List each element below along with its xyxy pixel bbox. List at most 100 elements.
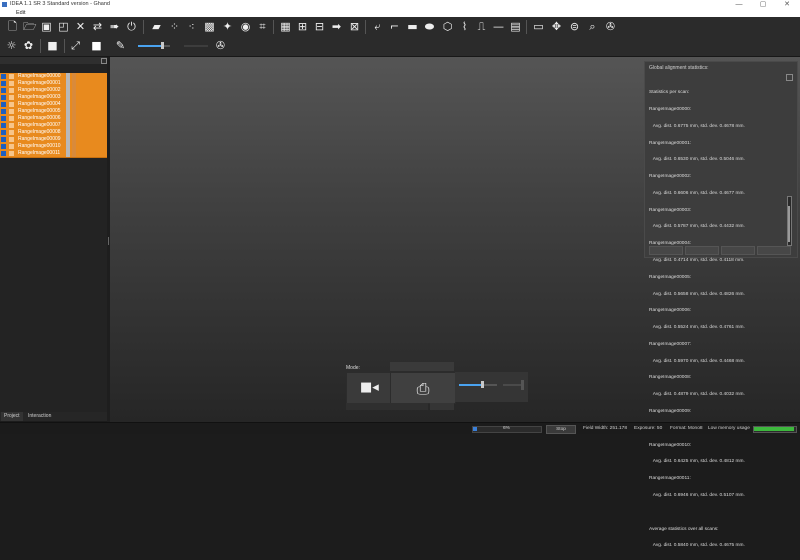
polygon-icon[interactable]: ⬡: [441, 20, 454, 33]
layer-color[interactable]: [72, 115, 76, 122]
layer-color[interactable]: [72, 150, 76, 157]
curve-icon[interactable]: ⤶: [371, 20, 384, 33]
layer-flag[interactable]: [66, 73, 70, 80]
points-icon[interactable]: ⁖: [185, 20, 198, 33]
line-icon[interactable]: —: [492, 20, 505, 33]
wrench-icon[interactable]: ✇: [604, 20, 617, 33]
import-icon[interactable]: ⇄: [91, 20, 104, 33]
new-file-icon[interactable]: 🗋: [6, 20, 19, 33]
visibility-icon[interactable]: [1, 151, 6, 156]
align-icon[interactable]: ⁘: [168, 20, 181, 33]
visibility-icon[interactable]: [1, 95, 6, 100]
mode-secondary-field[interactable]: [430, 403, 454, 410]
secondary-slider[interactable]: [184, 45, 208, 47]
layer-flag[interactable]: [66, 94, 70, 101]
layer-color[interactable]: [72, 94, 76, 101]
grid-select-icon[interactable]: ⊞: [296, 20, 309, 33]
square-icon[interactable]: ■: [46, 39, 59, 52]
layer-color[interactable]: [72, 143, 76, 150]
move-icon[interactable]: ✥: [550, 20, 563, 33]
stats-button-2[interactable]: [685, 246, 719, 255]
maximize-button[interactable]: ▢: [754, 0, 772, 10]
layer-color[interactable]: [72, 101, 76, 108]
delete-icon[interactable]: ✕: [74, 20, 87, 33]
window-icon[interactable]: ▭: [532, 20, 545, 33]
tab-interaction[interactable]: Interaction: [25, 412, 54, 421]
visibility-icon[interactable]: [1, 130, 6, 135]
layer-flag[interactable]: [66, 122, 70, 129]
arrow-right-icon[interactable]: ➡: [330, 20, 343, 33]
visibility-icon[interactable]: [1, 74, 6, 79]
layer-flag[interactable]: [66, 101, 70, 108]
layer-color[interactable]: [72, 108, 76, 115]
statistics-scroll-thumb[interactable]: [788, 206, 790, 242]
stats-button-1[interactable]: [649, 246, 683, 255]
layer-flag[interactable]: [66, 87, 70, 94]
pattern-icon[interactable]: ▩: [203, 20, 216, 33]
tab-project[interactable]: Project: [1, 412, 23, 421]
stats-button-4[interactable]: [757, 246, 791, 255]
close-panel-icon[interactable]: [786, 74, 793, 81]
merge-icon[interactable]: ◉: [239, 20, 252, 33]
stack-icon[interactable]: ⊟: [313, 20, 326, 33]
visibility-icon[interactable]: [1, 123, 6, 128]
layer-flag[interactable]: [66, 108, 70, 115]
layers-icon[interactable]: ⊠: [348, 20, 361, 33]
mode-secondary-slider[interactable]: [503, 384, 523, 386]
layer-color[interactable]: [72, 87, 76, 94]
rectangle-icon[interactable]: ▬: [406, 20, 419, 33]
export-icon[interactable]: ➠: [108, 20, 121, 33]
layer-color[interactable]: [72, 73, 76, 80]
visibility-icon[interactable]: [1, 116, 6, 121]
layer-flag[interactable]: [66, 143, 70, 150]
corner-icon[interactable]: ⌐: [388, 20, 401, 33]
splitter-grip[interactable]: [108, 237, 109, 245]
ellipse-icon[interactable]: ⬬: [423, 20, 436, 33]
save-as-icon[interactable]: ◰: [57, 20, 70, 33]
layer-flag[interactable]: [66, 80, 70, 87]
visibility-icon[interactable]: [1, 137, 6, 142]
visibility-icon[interactable]: [1, 81, 6, 86]
search-icon[interactable]: ⌕: [586, 20, 599, 33]
grid-icon[interactable]: ▦: [279, 20, 292, 33]
layer-flag[interactable]: [66, 115, 70, 122]
menu-edit[interactable]: Edit: [16, 10, 25, 17]
panel-icon[interactable]: ▤: [509, 20, 522, 33]
scan-tool-icon[interactable]: ▰: [150, 20, 163, 33]
layer-flag[interactable]: [66, 129, 70, 136]
layer-flag[interactable]: [66, 150, 70, 157]
transform-icon[interactable]: ✦: [221, 20, 234, 33]
open-folder-icon[interactable]: 🗁: [23, 20, 37, 33]
layer-color[interactable]: [72, 80, 76, 87]
light-icon[interactable]: ☼: [5, 39, 18, 52]
visibility-icon[interactable]: [1, 88, 6, 93]
mode-slider-handle[interactable]: [481, 381, 484, 388]
white-square-icon[interactable]: ■: [90, 39, 103, 52]
layer-color[interactable]: [72, 136, 76, 143]
palette-icon[interactable]: ✿: [22, 39, 35, 52]
disc-icon[interactable]: ⊜: [568, 20, 581, 33]
mode-input-field[interactable]: [346, 403, 428, 410]
layer-flag[interactable]: [66, 136, 70, 143]
layer-color[interactable]: [72, 129, 76, 136]
video-mode-button[interactable]: ■◂: [346, 372, 391, 404]
visibility-icon[interactable]: [1, 109, 6, 114]
close-button[interactable]: ✕: [778, 0, 796, 10]
expand-icon[interactable]: ⤢: [69, 39, 82, 52]
wrench-icon[interactable]: ✇: [214, 39, 227, 52]
layer-color[interactable]: [72, 122, 76, 129]
save-icon[interactable]: ▣: [40, 20, 53, 33]
visibility-icon[interactable]: [1, 144, 6, 149]
line-step-icon[interactable]: ⎍: [475, 20, 488, 33]
power-icon[interactable]: ⏻: [125, 20, 138, 33]
visibility-icon[interactable]: [1, 102, 6, 107]
snapshot-mode-button[interactable]: ⎙: [390, 372, 456, 404]
mode-secondary-handle[interactable]: [521, 380, 524, 390]
simplify-icon[interactable]: ⌗: [256, 20, 269, 33]
view-slider-handle[interactable]: [161, 42, 164, 49]
polyline-icon[interactable]: ⌇: [458, 20, 471, 33]
stats-button-3[interactable]: [721, 246, 755, 255]
layer-row[interactable]: RangeImage00011: [0, 150, 107, 158]
color-picker-icon[interactable]: ✎: [114, 39, 127, 52]
minimize-button[interactable]: —: [730, 0, 748, 10]
